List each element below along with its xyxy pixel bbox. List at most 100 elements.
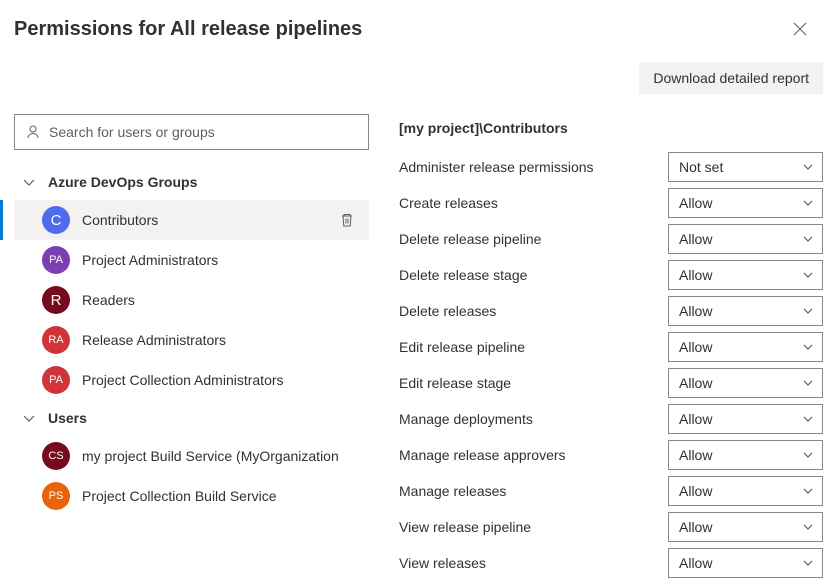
permission-select[interactable]: Allow: [668, 368, 823, 398]
permission-label: Manage releases: [399, 483, 506, 499]
close-button[interactable]: [785, 18, 815, 44]
permission-row: Manage release approvers Allow: [399, 440, 823, 470]
group-name: Release Administrators: [82, 332, 359, 348]
permission-select[interactable]: Allow: [668, 476, 823, 506]
avatar: R: [42, 286, 70, 314]
permission-select[interactable]: Allow: [668, 404, 823, 434]
permission-select[interactable]: Allow: [668, 548, 823, 578]
permission-row: Delete releases Allow: [399, 296, 823, 326]
permission-label: Create releases: [399, 195, 498, 211]
permission-row: Create releases Allow: [399, 188, 823, 218]
group-name: Contributors: [82, 212, 339, 228]
chevron-down-icon: [802, 305, 814, 317]
group-name: Readers: [82, 292, 359, 308]
permission-select[interactable]: Allow: [668, 224, 823, 254]
permission-row: Delete release pipeline Allow: [399, 224, 823, 254]
permission-value: Allow: [679, 375, 712, 391]
chevron-down-icon: [802, 413, 814, 425]
permission-value: Allow: [679, 339, 712, 355]
user-item[interactable]: CS my project Build Service (MyOrganizati…: [14, 436, 369, 476]
search-input[interactable]: [49, 124, 358, 140]
chevron-down-icon: [22, 411, 36, 425]
permission-select[interactable]: Not set: [668, 152, 823, 182]
permission-row: View releases Allow: [399, 548, 823, 578]
avatar: PS: [42, 482, 70, 510]
permission-label: Delete release pipeline: [399, 231, 541, 247]
permissions-table: Administer release permissions Not set Cre…: [399, 152, 823, 578]
search-box[interactable]: [14, 114, 369, 150]
permission-row: View release pipeline Allow: [399, 512, 823, 542]
chevron-down-icon: [802, 197, 814, 209]
permission-select[interactable]: Allow: [668, 260, 823, 290]
permission-select[interactable]: Allow: [668, 332, 823, 362]
close-icon: [793, 22, 807, 36]
chevron-down-icon: [802, 521, 814, 533]
permission-label: Delete release stage: [399, 267, 527, 283]
download-report-button[interactable]: Download detailed report: [639, 62, 823, 94]
chevron-down-icon: [802, 377, 814, 389]
permission-label: Edit release stage: [399, 375, 511, 391]
permission-row: Edit release stage Allow: [399, 368, 823, 398]
permission-label: Edit release pipeline: [399, 339, 525, 355]
permission-select[interactable]: Allow: [668, 440, 823, 470]
permission-row: Delete release stage Allow: [399, 260, 823, 290]
permission-label: Manage deployments: [399, 411, 533, 427]
permission-label: Administer release permissions: [399, 159, 594, 175]
group-item[interactable]: PA Project Administrators: [14, 240, 369, 280]
users-section-label: Users: [48, 410, 87, 426]
delete-icon[interactable]: [339, 212, 355, 228]
user-name: my project Build Service (MyOrganization: [82, 448, 359, 464]
users-section-header[interactable]: Users: [14, 400, 369, 436]
permission-label: Manage release approvers: [399, 447, 566, 463]
permission-value: Allow: [679, 447, 712, 463]
permission-value: Allow: [679, 195, 712, 211]
selected-identity-title: [my project]\Contributors: [399, 114, 823, 136]
permission-label: Delete releases: [399, 303, 496, 319]
group-name: Project Collection Administrators: [82, 372, 359, 388]
chevron-down-icon: [802, 161, 814, 173]
identity-list-pane: Azure DevOps Groups C Contributors PA Proje…: [14, 114, 369, 584]
permission-label: View releases: [399, 555, 486, 571]
permission-label: View release pipeline: [399, 519, 531, 535]
group-item[interactable]: RA Release Administrators: [14, 320, 369, 360]
groups-section-header[interactable]: Azure DevOps Groups: [14, 164, 369, 200]
permission-row: Administer release permissions Not set: [399, 152, 823, 182]
avatar: RA: [42, 326, 70, 354]
permission-value: Allow: [679, 231, 712, 247]
group-name: Project Administrators: [82, 252, 359, 268]
permissions-detail-pane: [my project]\Contributors Administer rel…: [369, 114, 823, 584]
chevron-down-icon: [802, 485, 814, 497]
group-item[interactable]: PA Project Collection Administrators: [14, 360, 369, 400]
group-item[interactable]: R Readers: [14, 280, 369, 320]
user-item[interactable]: PS Project Collection Build Service: [14, 476, 369, 516]
page-title: Permissions for All release pipelines: [14, 18, 362, 41]
permission-row: Manage deployments Allow: [399, 404, 823, 434]
permission-select[interactable]: Allow: [668, 296, 823, 326]
chevron-down-icon: [802, 557, 814, 569]
permission-select[interactable]: Allow: [668, 188, 823, 218]
permission-value: Allow: [679, 411, 712, 427]
chevron-down-icon: [802, 449, 814, 461]
avatar: CS: [42, 442, 70, 470]
permission-value: Allow: [679, 303, 712, 319]
chevron-down-icon: [22, 175, 36, 189]
permission-value: Allow: [679, 483, 712, 499]
avatar: C: [42, 206, 70, 234]
groups-section-label: Azure DevOps Groups: [48, 174, 197, 190]
user-name: Project Collection Build Service: [82, 488, 359, 504]
permission-value: Not set: [679, 159, 723, 175]
permission-value: Allow: [679, 267, 712, 283]
group-item[interactable]: C Contributors: [14, 200, 369, 240]
chevron-down-icon: [802, 341, 814, 353]
groups-list: C Contributors PA Project Administrators R Re…: [14, 200, 369, 400]
permission-value: Allow: [679, 519, 712, 535]
permission-value: Allow: [679, 555, 712, 571]
person-search-icon: [25, 124, 41, 140]
permission-row: Manage releases Allow: [399, 476, 823, 506]
avatar: PA: [42, 246, 70, 274]
avatar: PA: [42, 366, 70, 394]
permission-row: Edit release pipeline Allow: [399, 332, 823, 362]
chevron-down-icon: [802, 269, 814, 281]
chevron-down-icon: [802, 233, 814, 245]
permission-select[interactable]: Allow: [668, 512, 823, 542]
